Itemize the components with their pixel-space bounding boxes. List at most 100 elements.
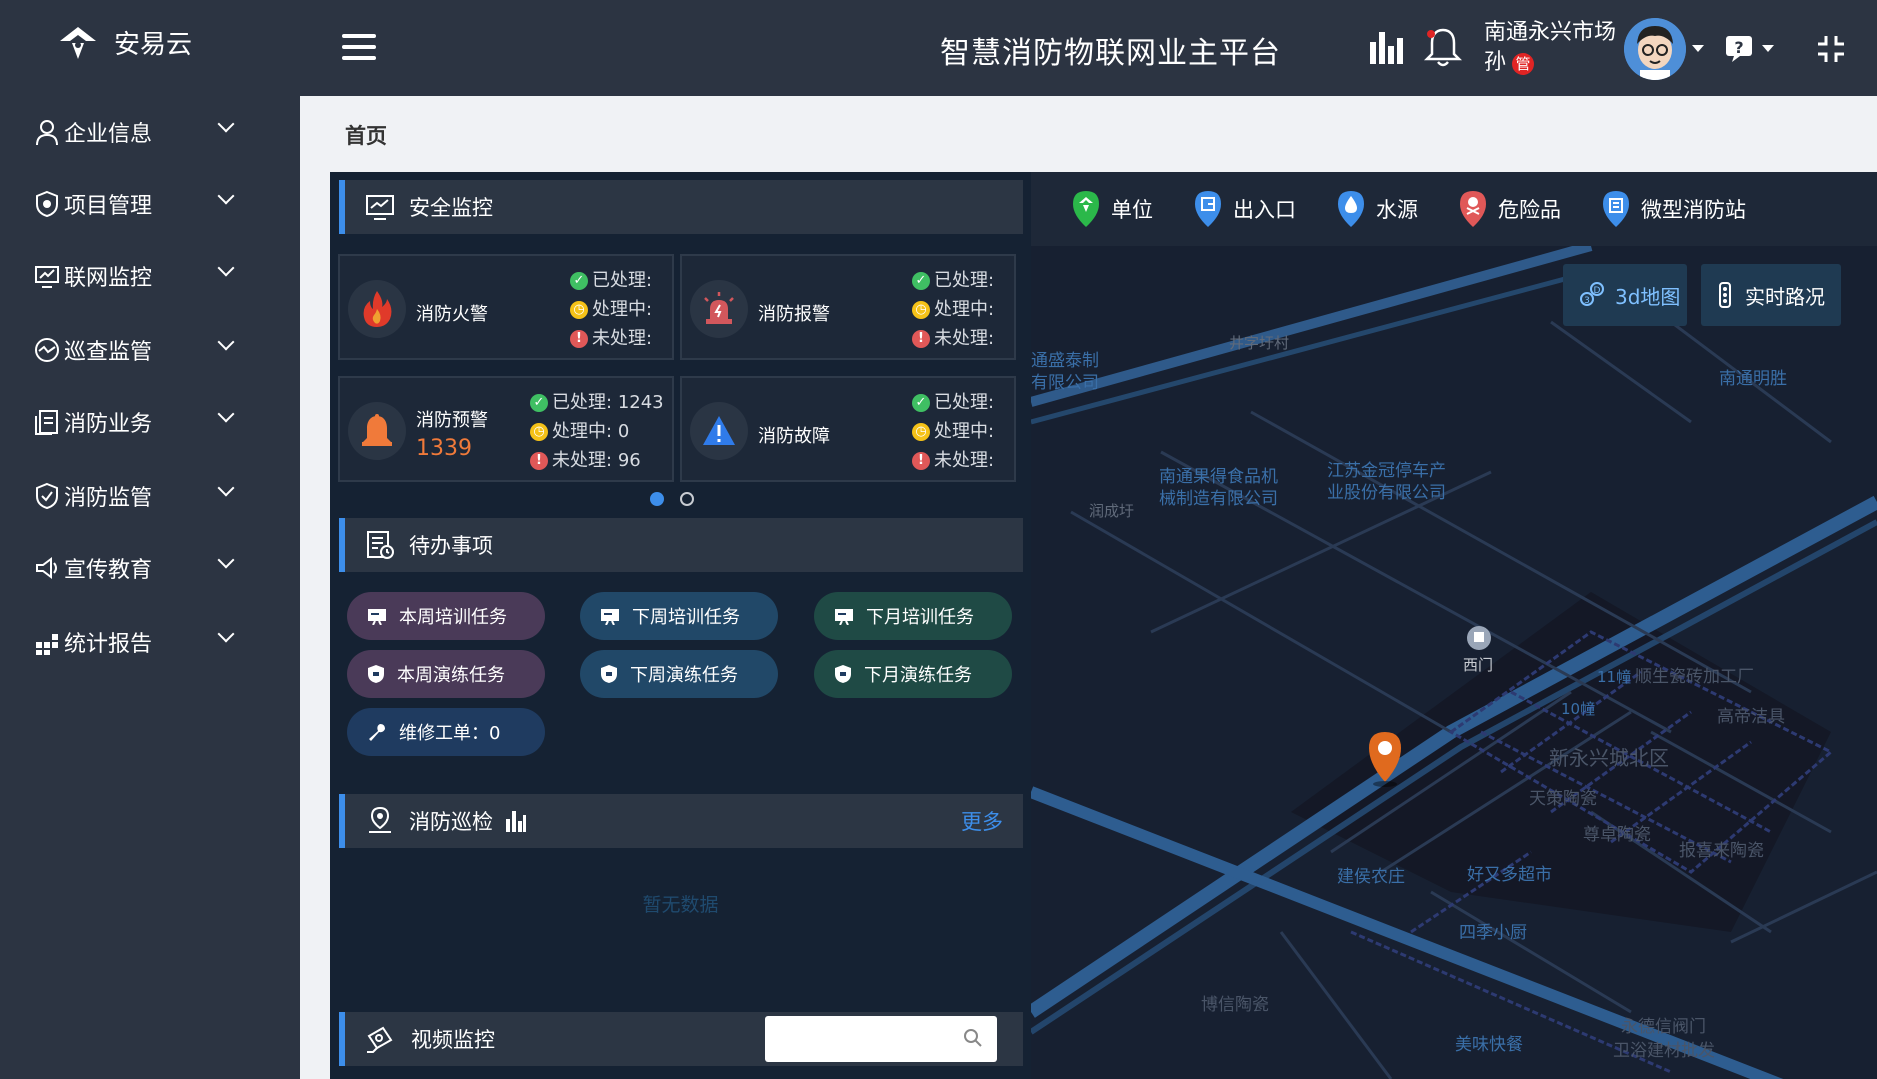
button-label: 维修工单：0 [399, 723, 501, 744]
carousel-dot-2[interactable] [680, 492, 694, 506]
search-icon[interactable] [963, 1028, 983, 1048]
avatar[interactable] [1624, 18, 1686, 80]
button-label: 实时路况 [1745, 284, 1825, 309]
help-dropdown-caret[interactable] [1762, 45, 1774, 52]
legend-hazardous[interactable]: 危险品 [1458, 189, 1561, 229]
sidebar-item-projects[interactable]: 项目管理 [34, 182, 235, 226]
map-label: 10幢 [1561, 700, 1596, 718]
megaphone-icon [36, 557, 57, 579]
legend-entrance[interactable]: 出入口 [1193, 189, 1296, 229]
legend-label: 水源 [1376, 198, 1418, 222]
card-title: 消防预警 [416, 410, 488, 431]
card-title: 消防火警 [416, 304, 488, 325]
sidebar-item-label: 宣传教育 [64, 558, 153, 583]
sidebar-item-fire-business[interactable]: 消防业务 [34, 400, 235, 444]
unprocessed-label: 未处理: [552, 450, 613, 471]
map-label: 业股份有限公司 [1327, 483, 1446, 503]
logo-text: 安易云 [114, 30, 193, 60]
menu-toggle-button[interactable] [342, 34, 376, 60]
help-icon[interactable]: ? [1724, 32, 1758, 62]
location-pin-icon [369, 806, 391, 833]
top-bar: 安易云 智慧消防物联网业主平台 南通永兴市场 孙管 ? [0, 0, 1877, 96]
card-title: 消防报警 [758, 304, 830, 325]
unprocessed-label: 未处理: [934, 328, 995, 349]
fire-fault-card[interactable]: 消防故障 ✓ 已处理: ◷ 处理中: ! 未处理: [680, 376, 1016, 482]
user-info[interactable]: 南通永兴市场 孙管 [1484, 18, 1616, 78]
patrol-header: 消防巡检 更多 [339, 794, 1023, 848]
map-label: 顺生瓷砖加工厂 [1635, 667, 1754, 687]
app-title: 智慧消防物联网业主平台 [940, 36, 1281, 71]
map-label: 博信陶瓷 [1201, 995, 1269, 1015]
person-icon [36, 120, 58, 146]
clock-icon: ◷ [570, 300, 588, 319]
sidebar-item-patrol[interactable]: 巡查监管 [34, 328, 235, 372]
bar-chart-icon[interactable] [1368, 28, 1404, 66]
processed-label: 已处理: [934, 270, 995, 291]
next-week-drill-button[interactable]: 下周演练任务 [580, 650, 778, 698]
user-dropdown-caret[interactable] [1692, 45, 1704, 52]
breadcrumb[interactable]: 首页 [345, 120, 387, 150]
warning-icon: ! [912, 451, 930, 470]
map-panel[interactable]: 单位 出入口 水源 危险品 微型消防站 3 D 3d地图 实时路况 通盛泰制 有… [1031, 172, 1877, 1079]
fire-report-card[interactable]: 消防报警 ✓ 已处理: ◷ 处理中: ! 未处理: [680, 254, 1016, 360]
fire-alarm-card[interactable]: 消防火警 ✓ 已处理: ◷ 处理中: ! 未处理: [338, 254, 674, 360]
chevron-down-icon [217, 405, 235, 423]
legend-unit[interactable]: 单位 [1071, 189, 1153, 229]
fire-icon-circle [348, 280, 406, 338]
notification-button[interactable] [1423, 26, 1463, 72]
sidebar-item-fire-supervision[interactable]: 消防监管 [34, 474, 235, 518]
monitor-icon [366, 195, 394, 220]
legend-water[interactable]: 水源 [1336, 189, 1418, 229]
processed-value: 1243 [617, 392, 664, 413]
traffic-light-icon [1719, 282, 1731, 308]
this-week-training-button[interactable]: 本周培训任务 [347, 592, 545, 640]
sidebar-item-company[interactable]: 企业信息 [34, 110, 235, 154]
map-label: 高帝洁具 [1717, 707, 1785, 727]
logo[interactable]: 安易云 [58, 24, 192, 61]
sidebar-item-label: 统计报告 [64, 632, 153, 657]
avatar-icon [1624, 18, 1686, 80]
carousel-dot-1[interactable] [650, 492, 664, 506]
unprocessed-value: 96 [617, 450, 641, 471]
logo-icon [60, 26, 96, 59]
next-week-training-button[interactable]: 下周培训任务 [580, 592, 778, 640]
sidebar-item-network-monitor[interactable]: 联网监控 [34, 254, 235, 298]
warning-count: 1339 [416, 436, 472, 461]
traffic-button[interactable]: 实时路况 [1701, 264, 1841, 326]
processed-label: 已处理: [934, 392, 995, 413]
fault-icon-circle [690, 402, 748, 460]
sidebar: 企业信息 项目管理 联网监控 巡查监管 消防业务 消防监管 宣传教育 统计报告 [0, 96, 300, 1079]
shield-icon [36, 190, 58, 218]
video-search-input[interactable] [765, 1016, 997, 1062]
sidebar-item-label: 消防监管 [64, 486, 153, 511]
section-title: 安全监控 [409, 196, 493, 220]
more-link[interactable]: 更多 [961, 806, 1003, 836]
water-pin-icon [1338, 191, 1364, 227]
legend-fire-station[interactable]: 微型消防站 [1601, 189, 1746, 229]
bar-chart-icon[interactable] [505, 809, 527, 833]
card-stats: ✓ 已处理: 1243 ◷ 处理中: 0 ! 未处理: 96 [530, 388, 664, 475]
fire-warning-card[interactable]: 消防预警 1339 ✓ 已处理: 1243 ◷ 处理中: 0 ! 未处理: 96 [338, 376, 674, 482]
map-label: 永德信阀门 [1621, 1017, 1706, 1037]
processing-label: 处理中: [934, 299, 995, 320]
processed-label: 已处理: [592, 270, 653, 291]
check-icon: ✓ [570, 271, 588, 290]
todo-header: 待办事项 [339, 518, 1023, 572]
sidebar-item-education[interactable]: 宣传教育 [34, 546, 235, 590]
map-pin-gate[interactable] [1467, 626, 1491, 650]
next-month-drill-button[interactable]: 下月演练任务 [814, 650, 1012, 698]
legend-label: 单位 [1111, 198, 1153, 222]
map-label: 有限公司 [1031, 373, 1099, 393]
chevron-down-icon [217, 115, 235, 133]
chevron-down-icon [217, 625, 235, 643]
3d-map-button[interactable]: 3D 3d地图 [1563, 264, 1687, 326]
sidebar-item-reports[interactable]: 统计报告 [34, 620, 235, 664]
next-month-training-button[interactable]: 下月培训任务 [814, 592, 1012, 640]
this-week-drill-button[interactable]: 本周演练任务 [347, 650, 545, 698]
sidebar-item-label: 联网监控 [64, 266, 153, 291]
map-label: 11幢 [1597, 668, 1632, 686]
repair-order-button[interactable]: 维修工单：0 [347, 708, 545, 756]
fullscreen-exit-icon[interactable] [1816, 34, 1846, 64]
map-label: 械制造有限公司 [1159, 489, 1278, 509]
drill-icon [835, 665, 851, 683]
